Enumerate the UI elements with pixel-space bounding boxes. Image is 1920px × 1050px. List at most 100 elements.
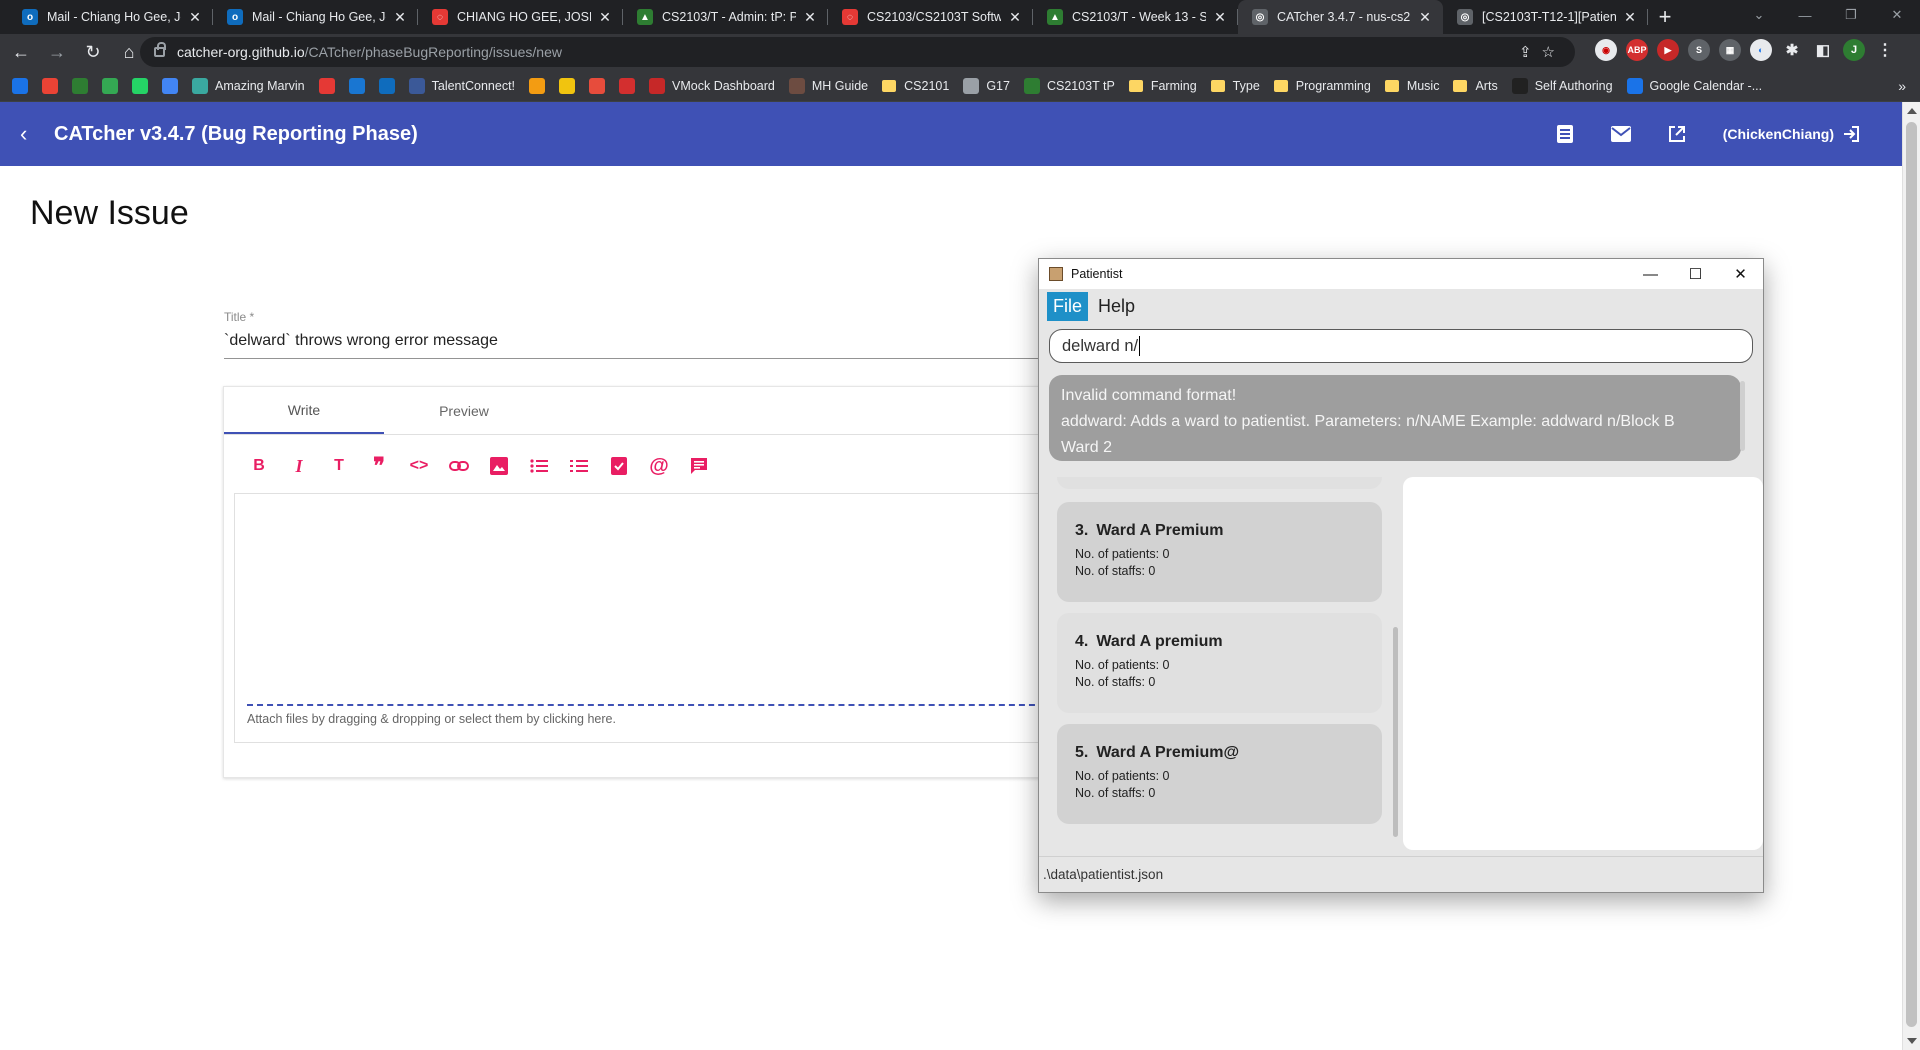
title-input[interactable]: `delward` throws wrong error message: [224, 332, 1054, 359]
list-item[interactable]: 4. Ward A premium No. of patients: 0 No. …: [1057, 613, 1382, 713]
tab-close-icon[interactable]: ✕: [597, 9, 613, 26]
lock-icon[interactable]: [154, 42, 166, 57]
bookmark-item[interactable]: [162, 77, 178, 94]
scroll-thumb[interactable]: [1906, 122, 1917, 1027]
logout-button[interactable]: (ChickenChiang): [1723, 125, 1860, 143]
attach-files-hint[interactable]: Attach files by dragging & dropping or s…: [247, 712, 616, 726]
task-list-icon[interactable]: [608, 455, 630, 477]
browser-tab[interactable]: o Mail - Chiang Ho Gee, Josh ✕: [8, 0, 213, 34]
minimize-button[interactable]: —: [1782, 0, 1828, 30]
code-icon[interactable]: <>: [408, 455, 430, 477]
tab-write[interactable]: Write: [224, 387, 384, 434]
patientist-close-button[interactable]: ✕: [1718, 259, 1763, 289]
browser-tab[interactable]: ◌ CS2103/CS2103T Software ✕: [828, 0, 1033, 34]
restore-button[interactable]: ❐: [1828, 0, 1874, 30]
bookmark-item[interactable]: [132, 77, 148, 94]
tab-close-icon[interactable]: ✕: [1417, 9, 1433, 26]
bookmark-item[interactable]: [72, 77, 88, 94]
bookmark-item[interactable]: [619, 77, 636, 94]
tab-search-icon[interactable]: ⌄: [1736, 0, 1782, 30]
command-input[interactable]: delward n/: [1049, 329, 1753, 363]
bookmark-item[interactable]: Google Calendar -...: [1626, 77, 1762, 94]
tab-close-icon[interactable]: ✕: [392, 9, 408, 26]
bookmark-item[interactable]: [12, 77, 28, 94]
tab-preview[interactable]: Preview: [384, 387, 544, 434]
puzzle-extensions-icon[interactable]: ✱: [1781, 39, 1803, 61]
new-tab-button[interactable]: +: [1648, 0, 1682, 34]
more-bookmarks-icon[interactable]: »: [1898, 78, 1906, 94]
forward-icon[interactable]: →: [42, 37, 72, 67]
bookmark-item[interactable]: [529, 77, 546, 94]
quote-icon[interactable]: ❞: [368, 453, 390, 478]
bookmark-item[interactable]: Amazing Marvin: [192, 77, 305, 94]
bookmark-item[interactable]: [318, 77, 335, 94]
browser-tab[interactable]: ▲ CS2103/T - Admin: tP: Pra ✕: [623, 0, 828, 34]
bulleted-list-icon[interactable]: [528, 455, 550, 477]
tab-close-icon[interactable]: ✕: [1007, 9, 1023, 26]
tab-close-icon[interactable]: ✕: [187, 9, 203, 26]
scroll-up-icon[interactable]: [1907, 108, 1917, 114]
document-icon[interactable]: [1555, 124, 1575, 144]
bookmark-item[interactable]: Programming: [1273, 79, 1371, 93]
patientist-minimize-button[interactable]: —: [1628, 259, 1673, 289]
bookmark-item[interactable]: CS2103T tP: [1023, 77, 1115, 94]
extension-icon[interactable]: ▦: [1719, 39, 1741, 61]
browser-tab[interactable]: ▲ CS2103/T - Week 13 - Sum ✕: [1033, 0, 1238, 34]
tab-close-icon[interactable]: ✕: [1212, 9, 1228, 26]
ward-list[interactable]: 3. Ward A Premium No. of patients: 0 No. …: [1057, 477, 1387, 850]
share-icon[interactable]: ⇪: [1519, 43, 1532, 61]
bookmark-item[interactable]: [42, 77, 58, 94]
page-scrollbar[interactable]: [1902, 102, 1920, 1050]
browser-tab[interactable]: o Mail - Chiang Ho Gee, Josh ✕: [213, 0, 418, 34]
bookmark-item[interactable]: Type: [1210, 79, 1260, 93]
mail-icon[interactable]: [1610, 124, 1631, 144]
bookmark-item[interactable]: VMock Dashboard: [649, 77, 775, 94]
bookmark-item[interactable]: TalentConnect!: [408, 77, 515, 94]
list-item[interactable]: 5. Ward A Premium@ No. of patients: 0 No.…: [1057, 724, 1382, 824]
tab-close-icon[interactable]: ✕: [1622, 9, 1638, 26]
browser-tab[interactable]: ◎ [CS2103T-T12-1][Patientist ✕: [1443, 0, 1648, 34]
menu-file[interactable]: File: [1047, 291, 1089, 321]
browser-menu-icon[interactable]: ⋮: [1874, 39, 1896, 61]
open-external-icon[interactable]: [1667, 124, 1687, 144]
issue-title-field[interactable]: Title * `delward` throws wrong error mes…: [224, 310, 1054, 359]
bookmark-item[interactable]: [559, 77, 576, 94]
bookmark-item[interactable]: Farming: [1128, 79, 1197, 93]
bookmark-item[interactable]: [102, 77, 118, 94]
image-icon[interactable]: [488, 455, 510, 477]
bookmark-item[interactable]: G17: [963, 77, 1010, 94]
bold-icon[interactable]: B: [248, 455, 270, 477]
adblock-icon[interactable]: ABP: [1626, 39, 1648, 61]
bookmark-item[interactable]: CS2101: [882, 79, 949, 93]
mention-icon[interactable]: @: [648, 455, 670, 477]
extension-icon[interactable]: ▶: [1657, 39, 1679, 61]
extension-icon[interactable]: ◐: [1750, 39, 1772, 61]
scroll-down-icon[interactable]: [1907, 1038, 1917, 1044]
profile-avatar[interactable]: J: [1843, 39, 1865, 61]
menu-help[interactable]: Help: [1092, 292, 1141, 321]
browser-tab[interactable]: ◌ CHIANG HO GEE, JOSHUA ✕: [418, 0, 623, 34]
side-panel-icon[interactable]: ◧: [1812, 39, 1834, 61]
bookmark-item[interactable]: Arts: [1453, 79, 1498, 93]
list-item[interactable]: 3. Ward A Premium No. of patients: 0 No. …: [1057, 502, 1382, 602]
back-arrow-icon[interactable]: ‹: [20, 121, 42, 147]
address-bar[interactable]: catcher-org.github.io/CATcher/phaseBugRe…: [140, 37, 1575, 67]
list-item[interactable]: [1057, 477, 1382, 489]
italic-icon[interactable]: I: [288, 455, 310, 477]
bookmark-item[interactable]: Music: [1384, 79, 1439, 93]
bookmark-item[interactable]: [348, 77, 365, 94]
extension-icon[interactable]: ◉: [1595, 39, 1617, 61]
numbered-list-icon[interactable]: [568, 455, 590, 477]
reload-icon[interactable]: ↻: [78, 37, 108, 67]
description-textarea[interactable]: Attach files by dragging & dropping or s…: [234, 493, 1055, 743]
ward-list-scrollbar[interactable]: [1393, 627, 1398, 837]
link-icon[interactable]: [448, 455, 470, 477]
bookmark-item[interactable]: MH Guide: [788, 77, 868, 94]
bookmark-item[interactable]: [589, 77, 606, 94]
bookmark-item[interactable]: [378, 77, 395, 94]
patientist-maximize-button[interactable]: ☐: [1673, 259, 1718, 289]
back-icon[interactable]: ←: [6, 37, 36, 67]
extension-icon[interactable]: S: [1688, 39, 1710, 61]
bookmark-item[interactable]: Self Authoring: [1511, 77, 1613, 94]
saved-reply-icon[interactable]: [688, 455, 710, 477]
